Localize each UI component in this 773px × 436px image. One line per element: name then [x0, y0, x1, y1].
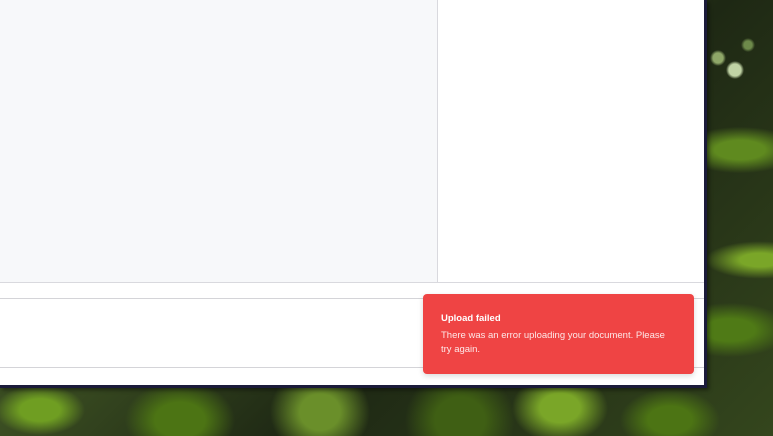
error-toast[interactable]: Upload failed There was an error uploadi… [423, 294, 694, 374]
toast-message: There was an error uploading your docume… [441, 330, 665, 355]
side-panel [439, 0, 704, 282]
main-content-panel [0, 0, 438, 282]
toast-title: Upload failed [441, 313, 501, 324]
